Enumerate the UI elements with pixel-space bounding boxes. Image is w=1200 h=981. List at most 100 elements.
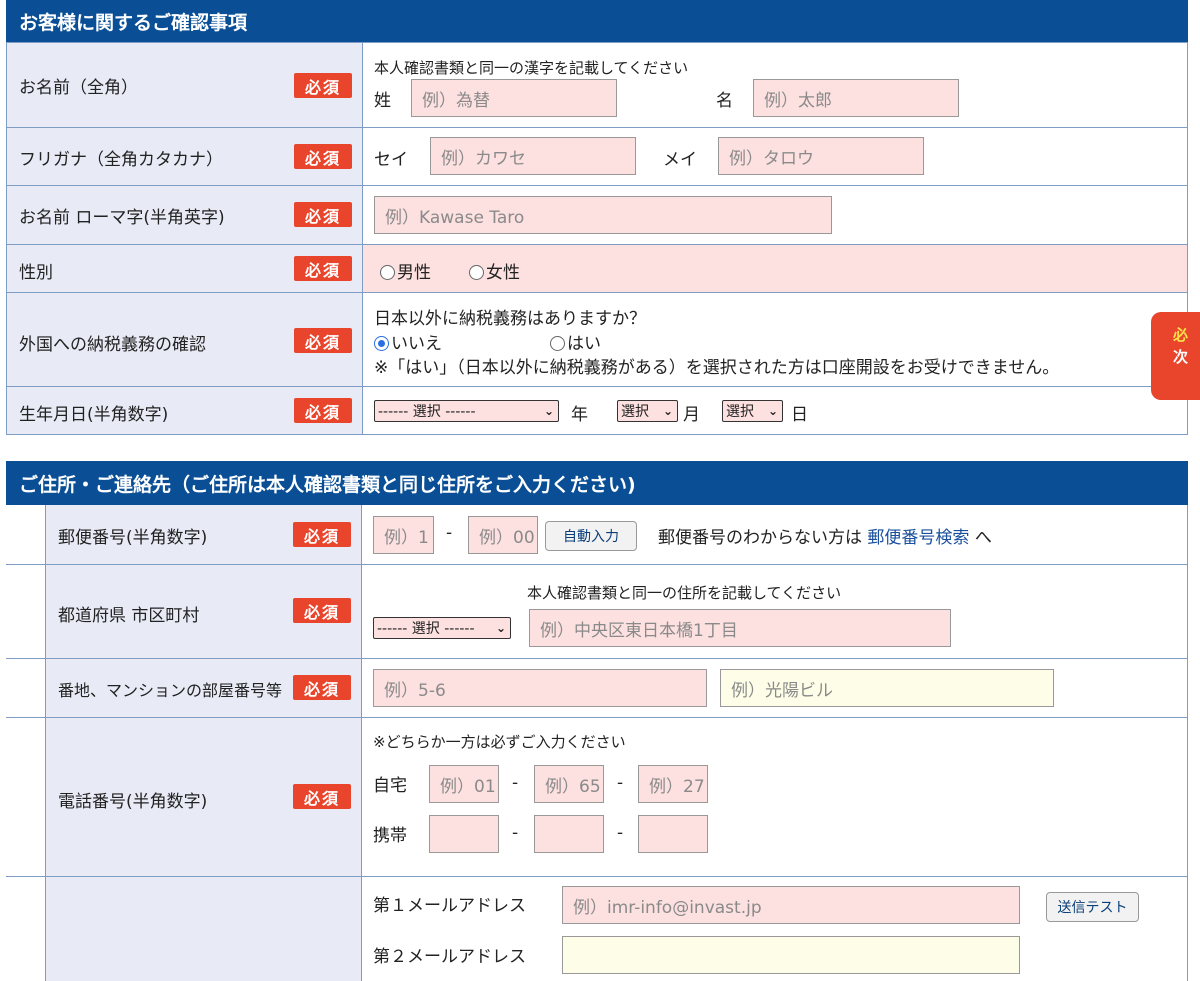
birth-month-select[interactable]: 選択 ⌄ — [617, 400, 678, 422]
value-cell: 日本以外に納税義務はありますか？ いいえ はい ※「はい」（日本以外に納税義務が… — [363, 293, 1187, 386]
field-label: お名前 ローマ字(半角英字) — [19, 208, 225, 228]
postal-help-text: 郵便番号のわからない方は — [658, 528, 862, 548]
first-name-input[interactable]: 例）太郎 — [753, 79, 959, 117]
section-title: ご住所・ご連絡先（ご住所は本人確認書類と同じ住所をご入力ください) — [19, 473, 636, 496]
field-label: お名前（全角） — [19, 78, 138, 98]
side-tab-line1: 必 — [1173, 326, 1189, 344]
mobile-phone-1-input[interactable] — [429, 815, 499, 853]
auto-fill-button[interactable]: 自動入力 — [545, 521, 637, 551]
romaji-input[interactable]: 例）Kawase Taro — [374, 196, 832, 234]
chevron-down-icon: ⌄ — [767, 404, 778, 418]
required-badge: 必須 — [293, 784, 351, 809]
value-cell: 男性 女性 — [363, 245, 1187, 292]
name-note: 本人確認書類と同一の漢字を記載してください — [374, 59, 689, 77]
home-phone-1-input[interactable]: 例）01 — [429, 765, 499, 803]
row-street: 番地、マンションの部屋番号等 必須 例）5-6 例）光陽ビル — [6, 659, 1188, 718]
value-cell: ------ 選択 ------ ⌄ 年 選択 ⌄ 月 選択 ⌄ 日 — [363, 387, 1187, 434]
row-tax: 外国への納税義務の確認 必須 日本以外に納税義務はありますか？ いいえ はい ※… — [6, 293, 1188, 387]
postal-search-link[interactable]: 郵便番号検索 — [867, 528, 969, 548]
send-test-button[interactable]: 送信テスト — [1046, 892, 1139, 922]
dash: - — [512, 773, 519, 793]
section-title: お客様に関するご確認事項 — [19, 11, 248, 34]
field-label: 都道府県 市区町村 — [58, 606, 200, 626]
email1-input[interactable]: 例）imr-info@invast.jp — [562, 886, 1020, 924]
radio-icon[interactable] — [380, 265, 395, 280]
postal-second-input[interactable]: 例）00 — [468, 516, 538, 554]
required-badge: 必須 — [294, 328, 352, 353]
postal-help: 郵便番号のわからない方は 郵便番号検索 へ — [658, 523, 992, 548]
value-cell: 例）1 - 例）00 自動入力 郵便番号のわからない方は 郵便番号検索 へ — [362, 505, 1187, 564]
section-header-customer: お客様に関するご確認事項 — [6, 0, 1188, 42]
field-label: 郵便番号(半角数字) — [58, 528, 208, 548]
required-badge: 必須 — [294, 202, 352, 227]
city-input[interactable]: 例）中央区東日本橋1丁目 — [529, 609, 951, 647]
value-cell: 本人確認書類と同一の住所を記載してください ------ 選択 ------ ⌄ … — [362, 565, 1187, 658]
dash: - — [512, 823, 519, 843]
select-value: ------ 選択 ------ — [377, 621, 475, 637]
required-badge: 必須 — [294, 73, 352, 98]
required-badge: 必須 — [294, 398, 352, 423]
value-cell: 第１メールアドレス 例）imr-info@invast.jp 送信テスト 第２メ… — [362, 877, 1187, 981]
street-input[interactable]: 例）5-6 — [373, 669, 707, 707]
last-name-input[interactable]: 例）為替 — [411, 79, 617, 117]
birth-day-select[interactable]: 選択 ⌄ — [722, 400, 783, 422]
tax-yes-label: はい — [567, 334, 601, 354]
field-label: 電話番号(半角数字) — [58, 792, 208, 812]
last-name-label: 姓 — [374, 91, 391, 111]
email2-label: 第２メールアドレス — [373, 947, 526, 967]
row-gender: 性別 必須 男性 女性 — [6, 245, 1188, 293]
email2-input[interactable] — [562, 936, 1020, 974]
radio-selected-icon[interactable] — [374, 336, 389, 351]
prefecture-note: 本人確認書類と同一の住所を記載してください — [527, 584, 842, 602]
building-input[interactable]: 例）光陽ビル — [720, 669, 1054, 707]
gender-female-label: 女性 — [486, 263, 520, 283]
radio-icon[interactable] — [469, 265, 484, 280]
mei-input[interactable]: 例）タロウ — [718, 137, 924, 175]
field-label: 外国への納税義務の確認 — [19, 335, 206, 355]
tax-yes-option[interactable]: はい — [550, 329, 601, 354]
label-cell: 電話番号(半角数字) 必須 — [45, 718, 362, 876]
gender-male-option[interactable]: 男性 — [380, 258, 431, 283]
label-cell: 都道府県 市区町村 必須 — [45, 565, 362, 658]
mei-label: メイ — [663, 150, 697, 170]
dash: - — [617, 823, 624, 843]
email1-label: 第１メールアドレス — [373, 896, 526, 916]
birth-year-select[interactable]: ------ 選択 ------ ⌄ — [374, 400, 559, 422]
gender-female-option[interactable]: 女性 — [469, 258, 520, 283]
required-badge: 必須 — [294, 144, 352, 169]
label-cell: 番地、マンションの部屋番号等 必須 — [45, 659, 362, 717]
label-cell: 性別 必須 — [7, 245, 363, 292]
label-cell: 生年月日(半角数字) 必須 — [7, 387, 363, 434]
row-birthdate: 生年月日(半角数字) 必須 ------ 選択 ------ ⌄ 年 選択 ⌄ 月 … — [6, 387, 1188, 435]
postal-first-input[interactable]: 例）1 — [373, 516, 434, 554]
mobile-phone-3-input[interactable] — [638, 815, 708, 853]
mobile-phone-2-input[interactable] — [534, 815, 604, 853]
label-cell: お名前（全角） 必須 — [7, 43, 363, 127]
home-phone-2-input[interactable]: 例）65 — [534, 765, 604, 803]
gender-male-label: 男性 — [397, 263, 431, 283]
value-cell: 例）Kawase Taro — [363, 186, 1187, 244]
row-romaji: お名前 ローマ字(半角英字) 必須 例）Kawase Taro — [6, 186, 1188, 245]
postal-help-suffix: へ — [974, 528, 992, 548]
value-cell: 例）5-6 例）光陽ビル — [362, 659, 1187, 717]
home-phone-3-input[interactable]: 例）27 — [638, 765, 708, 803]
label-cell: お名前 ローマ字(半角英字) 必須 — [7, 186, 363, 244]
sei-input[interactable]: 例）カワセ — [430, 137, 636, 175]
chevron-down-icon: ⌄ — [662, 404, 673, 418]
label-cell: 外国への納税義務の確認 必須 — [7, 293, 363, 386]
row-name: お名前（全角） 必須 本人確認書類と同一の漢字を記載してください 姓 例）為替 … — [6, 42, 1188, 128]
prefecture-select[interactable]: ------ 選択 ------ ⌄ — [373, 617, 511, 639]
label-cell: 郵便番号(半角数字) 必須 — [45, 505, 362, 564]
select-value: 選択 — [726, 404, 754, 420]
required-badge: 必須 — [293, 675, 351, 700]
radio-icon[interactable] — [550, 336, 565, 351]
chevron-down-icon: ⌄ — [543, 404, 554, 418]
floating-next-tab[interactable]: 必 次 — [1151, 312, 1200, 400]
select-value: ------ 選択 ------ — [378, 404, 476, 420]
first-name-label: 名 — [716, 91, 733, 111]
select-value: 選択 — [621, 404, 649, 420]
label-cell — [45, 877, 362, 981]
year-unit: 年 — [571, 405, 588, 425]
row-email: 第１メールアドレス 例）imr-info@invast.jp 送信テスト 第２メ… — [6, 877, 1188, 981]
tax-no-option[interactable]: いいえ — [374, 329, 442, 354]
